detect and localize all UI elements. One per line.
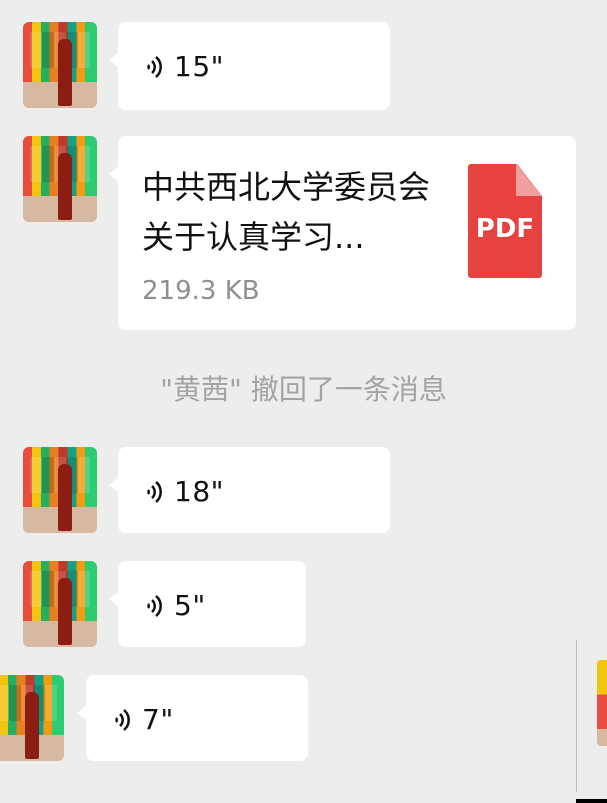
voice-message-bubble[interactable]: 7" <box>77 675 308 761</box>
avatar <box>597 660 607 746</box>
divider <box>576 640 577 792</box>
voice-message: 7" <box>112 703 174 736</box>
avatar[interactable] <box>0 675 64 761</box>
message-row: 7" <box>0 0 607 803</box>
bottom-bar <box>576 799 607 803</box>
voice-duration: 7" <box>142 703 174 736</box>
voice-wave-icon <box>114 708 130 731</box>
